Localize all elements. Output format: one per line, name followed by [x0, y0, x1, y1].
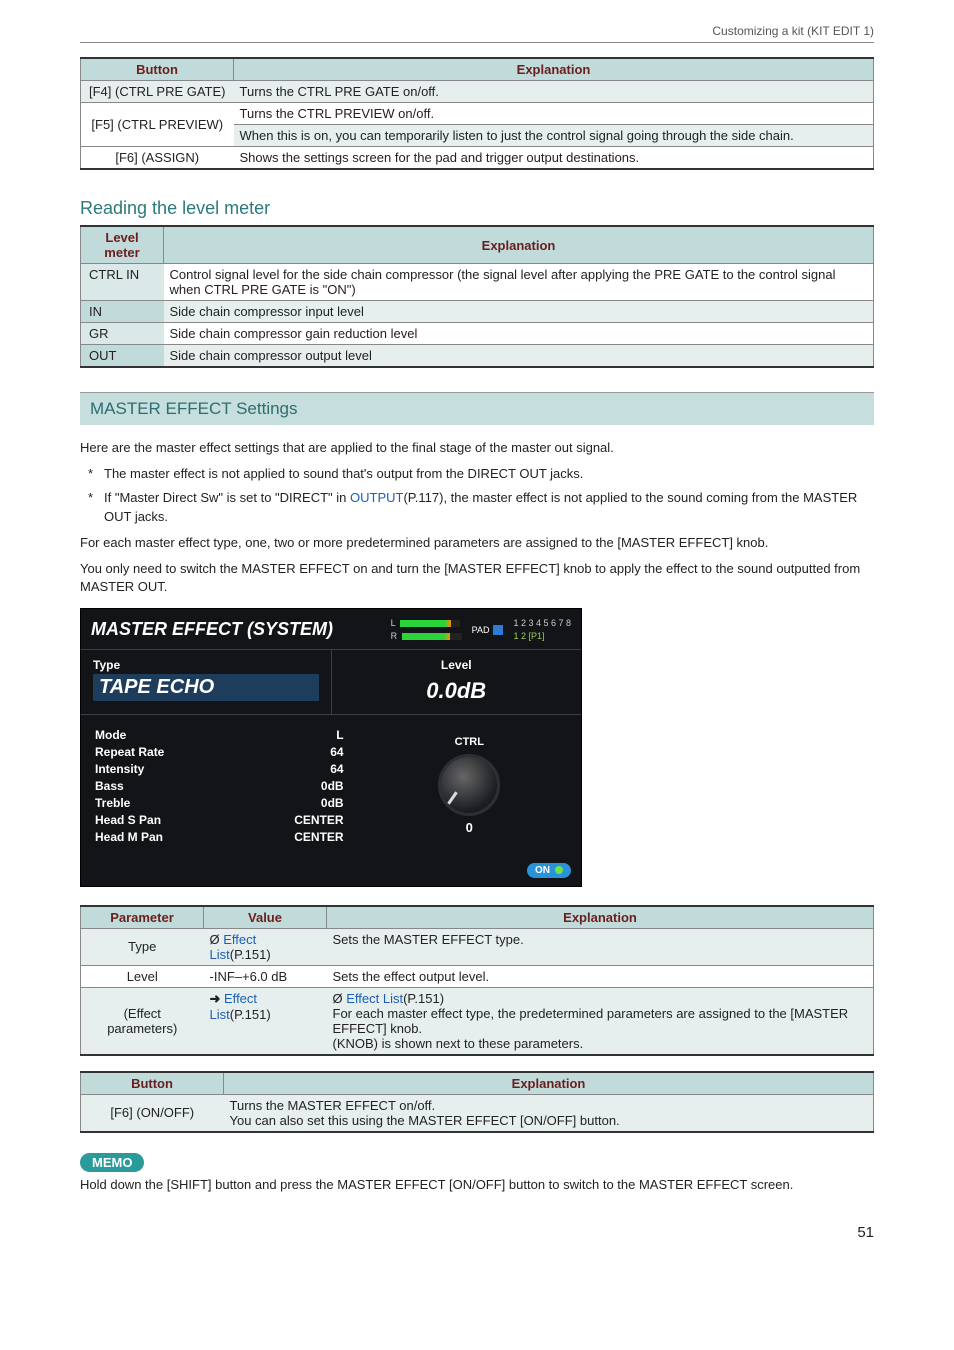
btn-f4: [F4] (CTRL PRE GATE): [81, 81, 234, 103]
type-value: TAPE ECHO: [93, 674, 319, 701]
param-level-exp: Sets the effect output level.: [327, 965, 874, 987]
numbers-row1: 1 2 3 4 5 6 7 8: [513, 617, 571, 630]
ctrl-knob-icon: [438, 754, 500, 816]
param-value: 64: [330, 762, 343, 776]
master-note-1: The master effect is not applied to soun…: [104, 465, 874, 483]
lm-out-exp: Side chain compressor output level: [164, 345, 874, 368]
shot-lr-meters: L R: [391, 617, 462, 642]
lm-in-exp: Side chain compressor input level: [164, 301, 874, 323]
param-effect-params-value: ➜ Effect List(P.151): [204, 987, 327, 1055]
btn-f6-onoff: [F6] (ON/OFF): [81, 1094, 224, 1132]
breadcrumb: Customizing a kit (KIT EDIT 1): [80, 24, 874, 43]
master-intro: Here are the master effect settings that…: [80, 439, 874, 457]
meter-r-label: R: [391, 630, 398, 643]
parameter-table: Parameter Value Explanation Type Ø Effec…: [80, 905, 874, 1056]
lm-gr: GR: [81, 323, 164, 345]
type-label: Type: [93, 658, 319, 672]
oslash-icon: Ø: [210, 932, 224, 947]
th-parameter: Parameter: [81, 906, 204, 929]
th-level-meter: Level meter: [81, 226, 164, 264]
heading-level-meter: Reading the level meter: [80, 198, 874, 219]
th-button-2: Button: [81, 1072, 224, 1095]
param-list: ModeL Repeat Rate64 Intensity64 Bass0dB …: [81, 715, 358, 857]
ctrl-knob-label: CTRL: [455, 736, 484, 748]
btn-f5: [F5] (CTRL PREVIEW): [81, 103, 234, 147]
exp-b: You can also set this using the MASTER E…: [230, 1113, 868, 1128]
lm-ctrlin: CTRL IN: [81, 264, 164, 301]
on-dot-icon: [555, 866, 563, 874]
btn-f6: [F6] (ASSIGN): [81, 147, 234, 170]
button-table-2: Button Explanation [F6] (ON/OFF) Turns t…: [80, 1071, 874, 1133]
param-value: L: [336, 728, 343, 742]
param-level: Level: [81, 965, 204, 987]
meter-r-bar: [402, 633, 462, 640]
param-name: Mode: [95, 728, 126, 742]
memo-text: Hold down the [SHIFT] button and press t…: [80, 1176, 874, 1194]
link-output[interactable]: OUTPUT: [350, 490, 403, 505]
on-text: ON: [535, 865, 550, 876]
ctrl-knob-value: 0: [466, 820, 473, 835]
param-name: Intensity: [95, 762, 144, 776]
th-explanation: Explanation: [327, 906, 874, 929]
ref-p151-3: (P.151): [403, 991, 444, 1006]
param-level-value: -INF–+6.0 dB: [204, 965, 327, 987]
level-label: Level: [344, 658, 570, 672]
param-type-exp: Sets the MASTER EFFECT type.: [327, 928, 874, 965]
param-name: Head S Pan: [95, 813, 161, 827]
exp-line2: For each master effect type, the predete…: [333, 1006, 868, 1036]
param-value: 0dB: [321, 779, 344, 793]
lm-ctrlin-exp: Control signal level for the side chain …: [164, 264, 874, 301]
master-effect-screenshot: MASTER EFFECT (SYSTEM) L R PAD 1 2 3 4 5…: [80, 608, 582, 886]
btn-f5-exp-b: When this is on, you can temporarily lis…: [234, 125, 874, 147]
shot-title: MASTER EFFECT (SYSTEM): [91, 619, 333, 640]
note2-pre: If "Master Direct Sw" is set to "DIRECT"…: [104, 490, 350, 505]
page-number: 51: [80, 1224, 874, 1241]
th-value: Value: [204, 906, 327, 929]
param-name: Head M Pan: [95, 830, 163, 844]
param-value: CENTER: [294, 830, 343, 844]
th-explanation: Explanation: [234, 58, 874, 81]
master-note-2: If "Master Direct Sw" is set to "DIRECT"…: [104, 489, 874, 525]
meter-l-bar: [400, 620, 460, 627]
th-button: Button: [81, 58, 234, 81]
level-value: 0.0dB: [344, 674, 570, 706]
param-type-value: Ø Effect List(P.151): [204, 928, 327, 965]
param-effect-params-exp: Ø Effect List(P.151) For each master eff…: [327, 987, 874, 1055]
link-effect-list-3[interactable]: Effect List: [346, 991, 403, 1006]
numbers-row2: 1 2 [P1]: [513, 630, 571, 643]
th-explanation-2: Explanation: [224, 1072, 874, 1095]
exp-a: Turns the MASTER EFFECT on/off.: [230, 1098, 868, 1113]
btn-f4-exp: Turns the CTRL PRE GATE on/off.: [234, 81, 874, 103]
meter-l-label: L: [391, 617, 397, 630]
btn-f6-exp: Shows the settings screen for the pad an…: [234, 147, 874, 170]
exp-line3: (KNOB) is shown next to these parameters…: [333, 1036, 868, 1051]
lm-out: OUT: [81, 345, 164, 368]
button-table-1: Button Explanation [F4] (CTRL PRE GATE) …: [80, 57, 874, 170]
on-badge: ON: [527, 863, 571, 878]
btn-f6-onoff-exp: Turns the MASTER EFFECT on/off. You can …: [224, 1094, 874, 1132]
level-meter-table: Level meter Explanation CTRL IN Control …: [80, 225, 874, 368]
pad-indicator-icon: [493, 625, 503, 635]
param-value: CENTER: [294, 813, 343, 827]
pad-label: PAD: [472, 625, 490, 635]
param-effect-params: (Effect parameters): [81, 987, 204, 1055]
master-p3: You only need to switch the MASTER EFFEC…: [80, 560, 874, 596]
ref-p151-1: (P.151): [230, 947, 271, 962]
master-p2: For each master effect type, one, two or…: [80, 534, 874, 552]
arrow-icon: ➜: [210, 991, 225, 1006]
param-value: 64: [330, 745, 343, 759]
lm-gr-exp: Side chain compressor gain reduction lev…: [164, 323, 874, 345]
th-lm-explanation: Explanation: [164, 226, 874, 264]
lm-in: IN: [81, 301, 164, 323]
param-name: Bass: [95, 779, 124, 793]
param-name: Treble: [95, 796, 130, 810]
ref-p151-2: (P.151): [230, 1007, 271, 1022]
param-name: Repeat Rate: [95, 745, 164, 759]
memo-badge: MEMO: [80, 1153, 144, 1172]
btn-f5-exp-a: Turns the CTRL PREVIEW on/off.: [234, 103, 874, 125]
oslash-icon: Ø: [333, 991, 347, 1006]
heading-master-effect: MASTER EFFECT Settings: [80, 392, 874, 425]
param-type: Type: [81, 928, 204, 965]
param-value: 0dB: [321, 796, 344, 810]
